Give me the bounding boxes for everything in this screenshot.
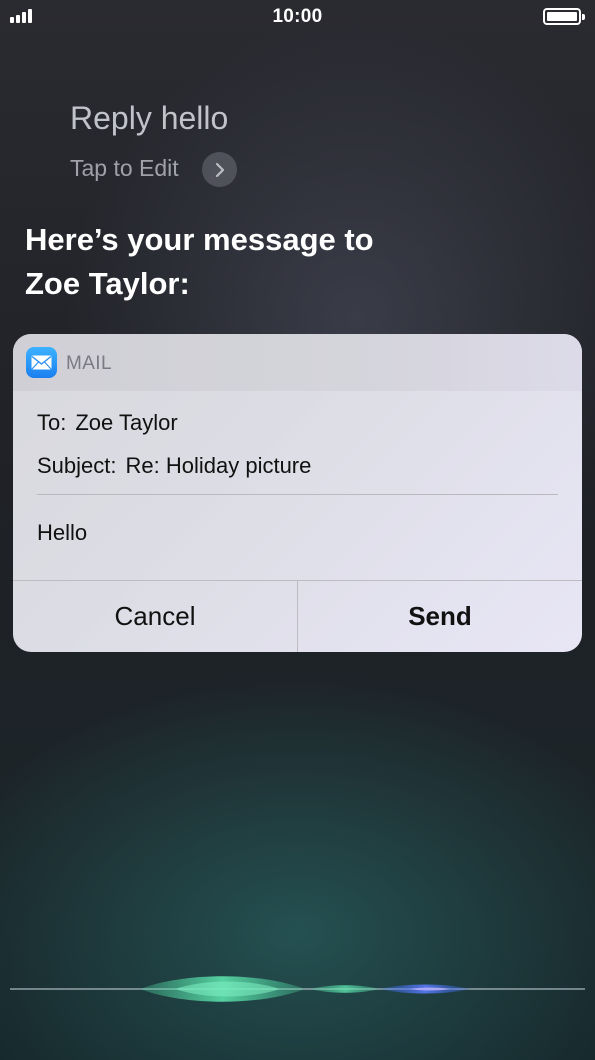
field-divider [37,494,558,495]
siri-query-text: Reply hello [70,100,229,136]
status-bar: 10:00 [0,0,595,34]
subject-value: Re: Holiday picture [125,453,312,478]
cancel-button[interactable]: Cancel [13,581,297,652]
tap-to-edit-link[interactable]: Tap to Edit [70,155,179,182]
mail-card: MAIL To: Zoe Taylor Subject: Re: Holiday p… [13,334,582,652]
subject-label: Subject: [37,453,117,478]
subject-field: Subject: Re: Holiday picture [37,453,311,479]
to-label: To: [37,410,67,435]
mail-icon [26,347,57,378]
card-button-row: Cancel Send [13,580,582,652]
siri-response-line-2: Zoe Taylor: [25,266,190,301]
send-button[interactable]: Send [298,581,582,652]
to-value: Zoe Taylor [75,410,178,435]
to-field: To: Zoe Taylor [37,410,178,436]
status-time: 10:00 [272,6,323,27]
siri-response: Here’s your message to Zoe Taylor: [25,218,545,306]
app-name-label: MAIL [66,353,112,374]
siri-response-line-1: Here’s your message to [25,222,374,257]
mail-card-header: MAIL [13,334,582,391]
siri-waveform-icon[interactable] [0,960,595,1020]
battery-icon [543,8,585,25]
chevron-right-icon [215,162,225,178]
edit-chevron-button[interactable] [202,152,237,187]
message-body: Hello [37,520,88,545]
